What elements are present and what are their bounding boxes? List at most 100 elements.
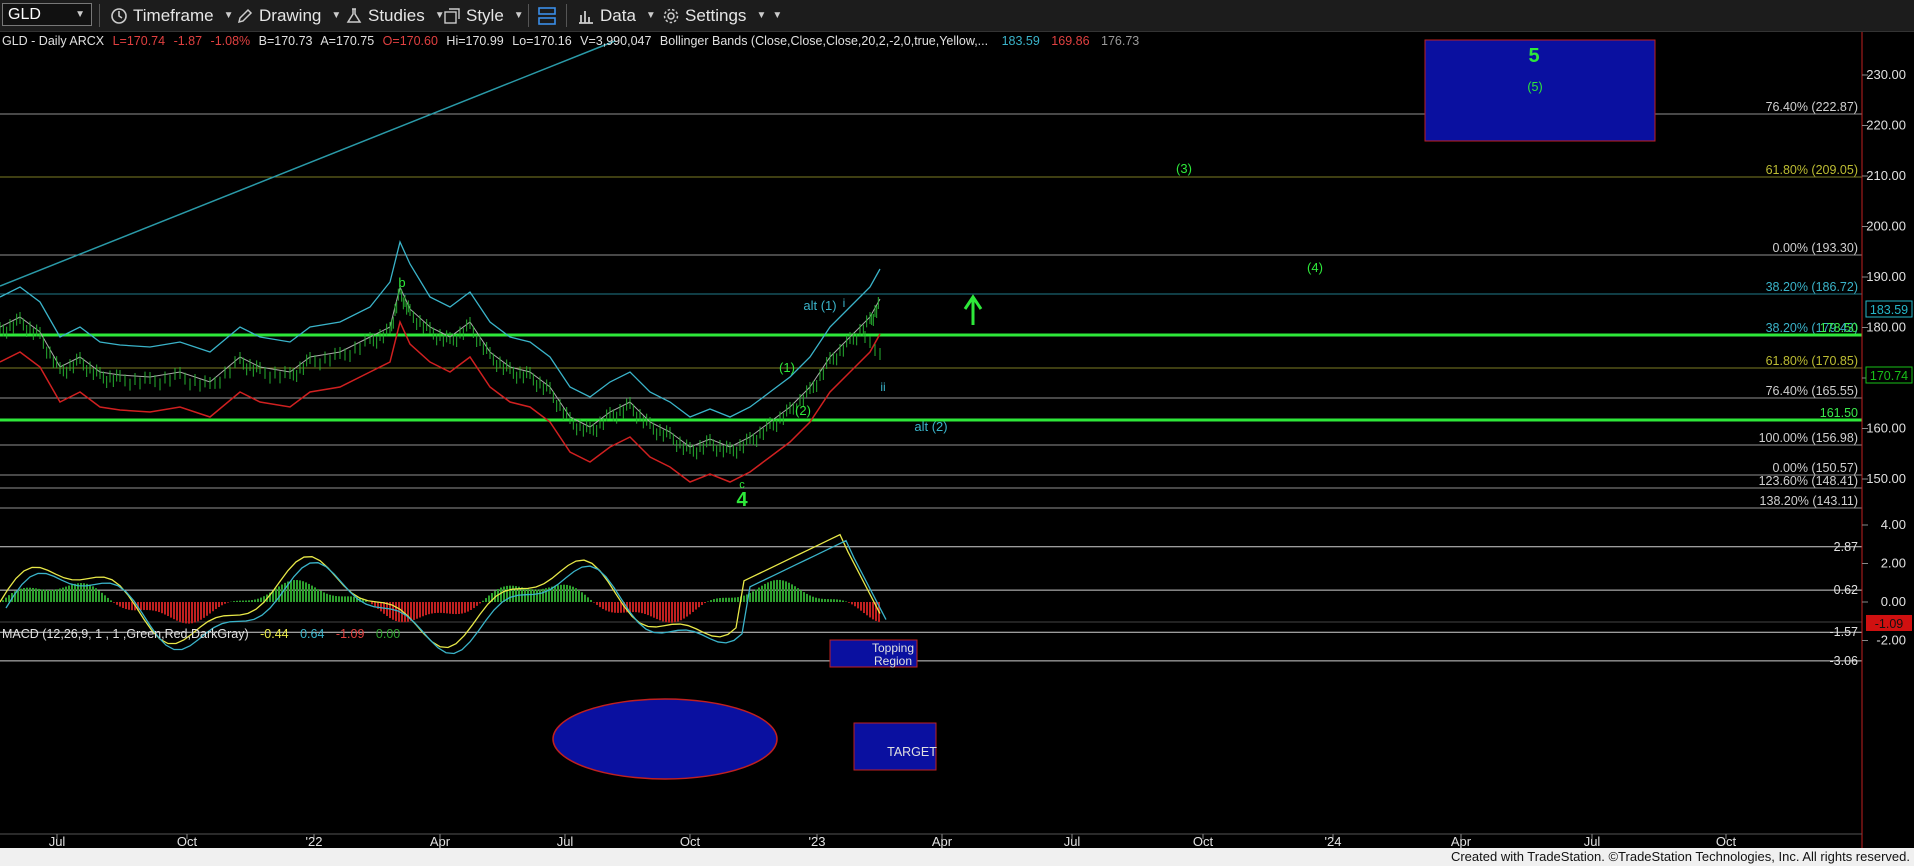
- macd-histogram-bar: [671, 602, 673, 623]
- macd-histogram-bar: [101, 592, 103, 602]
- macd-histogram-bar: [827, 599, 829, 602]
- settings-menu[interactable]: Settings ▼ ▼: [662, 0, 782, 31]
- fib-level-label: 61.80% (170.85): [1766, 354, 1858, 368]
- macd-level-label: 2.87: [1834, 540, 1858, 554]
- wave-1-label: (1): [779, 360, 795, 375]
- macd-histogram-bar: [782, 580, 784, 602]
- macd-histogram-bar: [791, 584, 793, 602]
- macd-histogram-bar: [611, 602, 613, 613]
- macd-histogram-bar: [188, 602, 190, 624]
- macd-histogram-bar: [53, 589, 55, 602]
- fib-level-label: 123.60% (148.41): [1759, 474, 1858, 488]
- macd-histogram-bar: [770, 581, 772, 602]
- macd-histogram-bar: [602, 602, 604, 609]
- macd-histogram-bar: [278, 586, 280, 602]
- macd-histogram-bar: [647, 602, 649, 616]
- time-tick-label: Oct: [1193, 834, 1214, 848]
- macd-histogram-bar: [5, 597, 7, 602]
- macd-histogram-bar: [554, 585, 556, 602]
- macd-histogram-bar: [176, 602, 178, 621]
- macd-histogram-bar: [59, 588, 61, 602]
- macd-histogram-bar: [89, 584, 91, 602]
- macd-histogram-bar: [809, 595, 811, 602]
- style-menu[interactable]: Style ▼: [443, 0, 524, 31]
- macd-histogram-bar: [617, 602, 619, 613]
- macd-histogram-bar: [32, 587, 34, 602]
- drawing-menu[interactable]: Drawing ▼: [236, 0, 341, 31]
- macd-histogram-bar: [722, 597, 724, 602]
- chevron-down-icon[interactable]: ▼: [75, 9, 85, 20]
- drawing-label: Drawing: [259, 5, 322, 25]
- macd-histogram-bar: [431, 602, 433, 614]
- macd-histogram-bar: [245, 600, 247, 602]
- time-tick-label: Jul: [1584, 834, 1601, 848]
- wave-b-label: b: [398, 275, 405, 290]
- macd-histogram-bar: [653, 602, 655, 618]
- macd-histogram-bar: [35, 588, 37, 602]
- macd-histogram-bar: [86, 583, 88, 602]
- macd-histogram-bar: [473, 602, 475, 609]
- header-change: -1.87: [174, 34, 203, 48]
- flask-icon: [346, 7, 362, 23]
- macd-histogram-bar: [635, 602, 637, 613]
- data-menu[interactable]: Data ▼: [577, 0, 656, 31]
- macd-histogram-bar: [350, 596, 352, 602]
- macd-histogram-bar: [212, 602, 214, 612]
- macd-histogram-bar: [293, 580, 295, 602]
- macd-histogram-bar: [713, 599, 715, 602]
- macd-histogram-bar: [23, 587, 25, 602]
- chart-area[interactable]: 76.40% (222.87) 61.80% (209.05) 0.00% (193…: [0, 32, 1914, 848]
- header-last: L=170.74: [113, 34, 166, 48]
- macd-histogram-bar: [308, 583, 310, 602]
- layout-button[interactable]: [537, 0, 562, 31]
- wave-ii-label: ii: [880, 380, 885, 394]
- macd-histogram-bar: [779, 579, 781, 602]
- macd-histogram-bar: [314, 587, 316, 602]
- studies-menu[interactable]: Studies ▼: [345, 0, 445, 31]
- macd-histogram-bar: [335, 596, 337, 602]
- macd-histogram-bar: [872, 602, 874, 620]
- macd-histogram-bar: [332, 595, 334, 602]
- wave-2-label: (2): [795, 403, 811, 418]
- macd-histogram-bar: [41, 589, 43, 602]
- header-high: Hi=170.99: [446, 34, 503, 48]
- macd-histogram-bar: [692, 602, 694, 612]
- macd-histogram-bar: [206, 602, 208, 616]
- macd-histogram-bar: [476, 602, 478, 606]
- fib-level-label: 138.20% (143.11): [1760, 494, 1858, 508]
- macd-histogram-bar: [536, 589, 538, 602]
- macd-histogram-bar: [710, 600, 712, 602]
- fib-level-label: 178.50: [1820, 321, 1858, 335]
- macd-histogram-bar: [353, 596, 355, 602]
- macd-level-label: 0.62: [1834, 583, 1858, 597]
- macd-histogram-bar: [638, 602, 640, 613]
- macd-histogram-bar: [413, 602, 415, 620]
- macd-histogram-bar: [434, 602, 436, 614]
- timeframe-menu[interactable]: Timeframe ▼: [110, 0, 234, 31]
- macd-histogram-bar: [20, 588, 22, 602]
- macd-histogram-bar: [821, 598, 823, 602]
- macd-histogram-bar: [539, 589, 541, 602]
- time-tick-label: Jul: [49, 834, 66, 848]
- macd-histogram-bar: [818, 598, 820, 602]
- macd-histogram-bar: [755, 589, 757, 602]
- macd-histogram-bar: [62, 587, 64, 602]
- macd-histogram-bar: [38, 588, 40, 602]
- macd-histogram-bar: [455, 602, 457, 615]
- macd-histogram-bar: [449, 602, 451, 614]
- macd-histogram-bar: [200, 602, 202, 620]
- macd-histogram-bar: [110, 600, 112, 602]
- macd-histogram-bar: [380, 602, 382, 612]
- price-tick-label: 180.00: [1866, 320, 1906, 335]
- time-tick-label: Jul: [1064, 834, 1081, 848]
- overflow-icon[interactable]: ▼: [772, 10, 782, 21]
- fib-level-label: 76.40% (165.55): [1766, 384, 1858, 398]
- fib-level-label: 0.00% (150.57): [1773, 461, 1858, 475]
- macd-histogram-bar: [614, 602, 616, 613]
- macd-histogram-bar: [479, 602, 481, 604]
- macd-histogram-bar: [371, 602, 373, 605]
- symbol-input[interactable]: GLD ▼: [2, 3, 92, 26]
- macd-histogram-bar: [596, 602, 598, 605]
- wave-alt1-label: alt (1): [803, 298, 836, 313]
- macd-histogram-bar: [665, 602, 667, 623]
